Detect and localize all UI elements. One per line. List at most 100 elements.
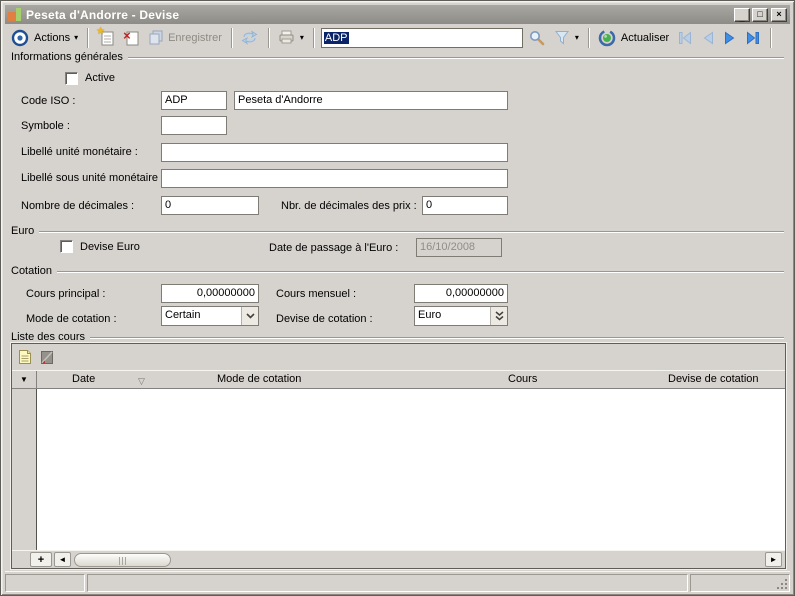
group-cotation: Cotation bbox=[11, 265, 784, 277]
mode-cotation-dropdown-button[interactable] bbox=[241, 307, 258, 325]
print-button[interactable]: ▾ bbox=[274, 27, 308, 49]
code-iso-label: Code ISO : bbox=[21, 95, 75, 107]
funnel-icon bbox=[554, 30, 571, 46]
row-selector-header[interactable]: ▼ bbox=[12, 371, 37, 388]
group-line bbox=[128, 57, 784, 59]
search-input[interactable]: ADP bbox=[321, 28, 523, 48]
nav-next-icon bbox=[723, 31, 737, 45]
libelle-unite-label: Libellé unité monétaire : bbox=[21, 146, 138, 158]
nav-last-button[interactable] bbox=[741, 27, 765, 49]
column-header-date[interactable]: Date bbox=[72, 373, 95, 385]
status-bar bbox=[5, 571, 790, 591]
red-cross-icon: × bbox=[123, 28, 131, 43]
actualiser-icon bbox=[598, 28, 617, 47]
scroll-left-button[interactable]: ◄ bbox=[54, 552, 71, 567]
date-passage-label: Date de passage à l'Euro : bbox=[269, 242, 398, 254]
active-checkbox[interactable] bbox=[65, 72, 78, 85]
filter-button[interactable]: ▾ bbox=[550, 27, 583, 49]
refresh-button[interactable] bbox=[237, 27, 263, 49]
save-button[interactable]: Enregistrer bbox=[143, 27, 226, 49]
symbole-label: Symbole : bbox=[21, 120, 70, 132]
refresh-data-label: Actualiser bbox=[621, 32, 669, 44]
main-toolbar: Actions ▾ ★ × bbox=[5, 24, 790, 51]
group-liste-des-cours: Liste des cours bbox=[11, 331, 784, 343]
actions-menu-button[interactable]: Actions ▾ bbox=[30, 27, 82, 49]
row-selector-column bbox=[12, 389, 37, 550]
delete-course-button[interactable] bbox=[39, 349, 55, 366]
code-iso-field[interactable]: ADP bbox=[161, 91, 227, 110]
mode-cotation-select[interactable]: Certain bbox=[161, 306, 259, 326]
devise-euro-label: Devise Euro bbox=[80, 241, 140, 253]
devise-cotation-lookup-button[interactable] bbox=[490, 307, 507, 325]
nb-decimales-prix-label: Nbr. de décimales des prix : bbox=[281, 200, 417, 212]
nb-decimales-label: Nombre de décimales : bbox=[21, 200, 134, 212]
libelle-unite-field[interactable] bbox=[161, 143, 508, 162]
resize-grip[interactable] bbox=[777, 579, 787, 589]
add-course-button[interactable] bbox=[17, 349, 33, 366]
selector-caret-icon: ▼ bbox=[20, 375, 28, 384]
toolbar-separator bbox=[588, 28, 589, 48]
grid-body[interactable] bbox=[12, 389, 785, 550]
devise-cotation-select[interactable]: Euro bbox=[414, 306, 508, 326]
column-header-devise-cotation[interactable]: Devise de cotation bbox=[668, 373, 759, 385]
group-title: Euro bbox=[11, 225, 34, 237]
column-header-mode-cotation[interactable]: Mode de cotation bbox=[217, 373, 301, 385]
devise-name-field[interactable]: Peseta d'Andorre bbox=[234, 91, 508, 110]
symbole-field[interactable] bbox=[161, 116, 227, 135]
grid-toolbar bbox=[12, 344, 785, 370]
new-record-icon: ★ bbox=[97, 29, 114, 46]
horizontal-scrollbar: + ◄ ► bbox=[12, 550, 785, 568]
close-button[interactable]: × bbox=[771, 8, 787, 22]
window-title: Peseta d'Andorre - Devise bbox=[26, 8, 179, 22]
magnifier-icon bbox=[529, 29, 546, 46]
scroll-right-button[interactable]: ► bbox=[765, 552, 782, 567]
group-line bbox=[57, 271, 784, 273]
search-button[interactable] bbox=[525, 27, 550, 49]
nb-decimales-prix-field[interactable]: 0 bbox=[422, 196, 508, 215]
nav-previous-button[interactable] bbox=[697, 27, 719, 49]
toolbar-separator bbox=[313, 28, 314, 48]
new-record-button[interactable]: ★ bbox=[93, 27, 118, 49]
app-icon-orange bbox=[8, 12, 16, 21]
toolbar-separator bbox=[87, 28, 88, 48]
group-line bbox=[39, 231, 784, 233]
nb-decimales-field[interactable]: 0 bbox=[161, 196, 259, 215]
minimize-button[interactable]: _ bbox=[734, 8, 750, 22]
delete-record-button[interactable]: × bbox=[118, 27, 143, 49]
app-icon bbox=[8, 8, 21, 21]
mode-cotation-value: Certain bbox=[162, 307, 241, 325]
scrollbar-thumb[interactable] bbox=[74, 553, 171, 567]
actions-label: Actions bbox=[34, 32, 70, 44]
cours-mensuel-field[interactable]: 0,00000000 bbox=[414, 284, 508, 303]
window-controls: _ □ × bbox=[734, 8, 787, 22]
bullseye-icon bbox=[10, 28, 30, 48]
refresh-data-button[interactable]: Actualiser bbox=[594, 27, 673, 49]
column-header-cours[interactable]: Cours bbox=[508, 373, 537, 385]
toolbar-separator bbox=[231, 28, 232, 48]
cours-grid: ▼ Date ▽ Mode de cotation Cours Devise d… bbox=[11, 343, 786, 569]
actions-caret-icon: ▾ bbox=[74, 34, 78, 42]
group-informations-generales: Informations générales bbox=[11, 51, 784, 63]
double-chevron-down-icon bbox=[495, 311, 504, 321]
nav-first-button[interactable] bbox=[673, 27, 697, 49]
status-panel-left bbox=[5, 574, 85, 592]
sort-indicator-icon[interactable]: ▽ bbox=[138, 376, 145, 387]
printer-icon bbox=[278, 30, 296, 46]
minimize-icon: _ bbox=[735, 13, 749, 24]
delete-record-icon: × bbox=[122, 29, 139, 46]
devise-cotation-label: Devise de cotation : bbox=[276, 313, 373, 325]
devise-window: Peseta d'Andorre - Devise _ □ × Actions … bbox=[0, 0, 795, 596]
save-label: Enregistrer bbox=[168, 32, 222, 44]
devise-euro-checkbox[interactable] bbox=[60, 240, 73, 253]
group-euro: Euro bbox=[11, 225, 784, 237]
nav-next-button[interactable] bbox=[719, 27, 741, 49]
cours-principal-field[interactable]: 0,00000000 bbox=[161, 284, 259, 303]
maximize-button[interactable]: □ bbox=[752, 8, 768, 22]
date-passage-field: 16/10/2008 bbox=[416, 238, 502, 257]
add-row-button[interactable]: + bbox=[30, 552, 52, 567]
status-panel-main bbox=[87, 574, 688, 592]
star-badge-icon: ★ bbox=[96, 26, 105, 37]
libelle-sous-unite-field[interactable] bbox=[161, 169, 508, 188]
print-caret-icon: ▾ bbox=[300, 34, 304, 42]
app-icon-green bbox=[16, 8, 21, 21]
